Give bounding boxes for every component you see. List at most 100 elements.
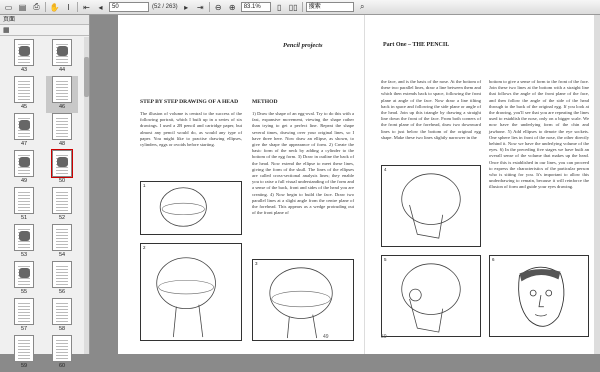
figure-3: 3 — [252, 259, 354, 341]
thumbnail-row: 53 54 — [8, 224, 78, 261]
thumbnail-page-number: 46 — [58, 104, 66, 110]
fit-page-icon[interactable]: ▯ — [274, 2, 285, 13]
thumbnail-image — [14, 224, 34, 251]
eye-sockets-sketch — [401, 263, 461, 333]
thumbnail-image — [14, 76, 34, 103]
thumbnail-page-number: 48 — [58, 141, 66, 147]
hand-tool-icon[interactable]: ✋ — [49, 2, 60, 13]
thumbnail-page-number: 59 — [20, 363, 28, 369]
thumbnail-image — [52, 76, 72, 103]
page-thumbnail[interactable]: 46 — [46, 76, 78, 113]
thumbnail-page-number: 50 — [58, 178, 66, 184]
toolbar: ▭ ▤ ⎙ ✋ I ⇤ ◂ 50 (52 / 263) ▸ ⇥ ⊖ ⊕ 83.1… — [0, 0, 600, 15]
thumbnail-image — [52, 298, 72, 325]
prev-page-icon[interactable]: ◂ — [95, 2, 106, 13]
page-thumbnail[interactable]: 48 — [46, 113, 78, 150]
figure-number: 2 — [143, 245, 146, 250]
thumbnail-sidebar: 页面 ▦ 43 44 45 46 47 48 49 50 51 52 53 54 55 56 57 58 59 6… — [0, 15, 90, 369]
sidebar-title: 页面 — [0, 15, 89, 25]
page-count: (52 / 263) — [152, 4, 178, 10]
thumbnail-page-number: 51 — [20, 215, 28, 221]
thumbnail-page-number: 57 — [20, 326, 28, 332]
thumbnail-options-icon[interactable]: ▦ — [3, 26, 10, 34]
intro-paragraph: The illusion of volume is central to the… — [140, 111, 242, 148]
sidebar-toolbar: ▦ — [0, 25, 89, 36]
open-file-icon[interactable]: ▭ — [3, 2, 14, 13]
thumbnail-page-number: 55 — [20, 289, 28, 295]
last-page-icon[interactable]: ⇥ — [195, 2, 206, 13]
sidebar-scrollbar[interactable] — [84, 37, 89, 354]
thumbnail-page-number: 47 — [20, 141, 28, 147]
page-thumbnail[interactable]: 50 — [46, 149, 78, 187]
thumbnail-image — [52, 187, 72, 214]
thumbnail-row: 55 56 — [8, 261, 78, 298]
page-thumbnail[interactable]: 55 — [8, 261, 40, 298]
page-thumbnail[interactable]: 45 — [8, 76, 40, 113]
thumbnail-image — [14, 113, 34, 140]
thumbnail-image — [14, 150, 34, 177]
thumbnail-page-number: 49 — [20, 178, 28, 184]
thumbnail-page-number: 60 — [58, 363, 66, 369]
thumbnail-page-number: 56 — [58, 289, 66, 295]
thumbnail-image — [14, 335, 34, 362]
thumbnail-page-number: 54 — [58, 252, 66, 258]
page-heading: STEP BY STEP DRAWING OF A HEAD — [140, 99, 239, 105]
thumbnail-image — [52, 224, 72, 251]
zoom-in-icon[interactable]: ⊕ — [227, 2, 238, 13]
figure-number: 1 — [143, 183, 146, 188]
right-column-2: bottom to give a sense of form to the fr… — [489, 79, 589, 190]
right-page: Part One – THE PENCIL the face, and is t… — [364, 15, 600, 354]
page-number-input[interactable]: 50 — [109, 2, 149, 12]
page-thumbnail[interactable]: 56 — [46, 261, 78, 298]
page-thumbnail[interactable]: 52 — [46, 187, 78, 224]
thumbnail-row: 49 50 — [8, 149, 78, 187]
document-scrollbar[interactable] — [594, 15, 600, 354]
running-head: Pencil projects — [283, 42, 323, 49]
page-thumbnail[interactable]: 57 — [8, 298, 40, 335]
thumbnail-image — [14, 261, 34, 288]
first-page-icon[interactable]: ⇤ — [81, 2, 92, 13]
select-tool-icon[interactable]: I — [63, 2, 74, 13]
figure-2: 2 — [140, 243, 242, 341]
page-thumbnail[interactable]: 51 — [8, 187, 40, 224]
thumbnail-image — [52, 261, 72, 288]
thumbnail-image — [14, 187, 34, 214]
left-page: Pencil projects STEP BY STEP DRAWING OF … — [118, 15, 364, 354]
thumbnail-list: 43 44 45 46 47 48 49 50 51 52 53 54 55 56 57 58 59 60 — [8, 39, 78, 372]
thumbnail-row: 51 52 — [8, 187, 78, 224]
two-page-icon[interactable]: ▯▯ — [288, 2, 299, 13]
thumbnail-image — [52, 39, 72, 66]
search-input[interactable]: 搜索 — [305, 2, 354, 12]
figure-6: 6 — [489, 255, 589, 337]
thumbnail-image — [14, 39, 34, 66]
toolbar-separator — [301, 2, 303, 12]
page-thumbnail[interactable]: 54 — [46, 224, 78, 261]
next-page-icon[interactable]: ▸ — [181, 2, 192, 13]
save-icon[interactable]: ▤ — [17, 2, 28, 13]
thumbnail-page-number: 53 — [20, 252, 28, 258]
page-thumbnail[interactable]: 43 — [8, 39, 40, 76]
method-paragraph: 1) Draw the shape of an egg-oval. Try to… — [252, 111, 354, 216]
running-head: Part One – THE PENCIL — [383, 42, 450, 48]
right-column-1: the face, and is the basis of the nose. … — [381, 79, 481, 140]
sidebar-scroll-thumb[interactable] — [84, 57, 89, 97]
egg-sketch-1 — [159, 187, 207, 227]
zoom-select[interactable]: 83.1% — [240, 2, 271, 12]
thumbnail-page-number: 52 — [58, 215, 66, 221]
page-thumbnail[interactable]: 49 — [8, 150, 40, 187]
search-icon[interactable]: ⌕ — [357, 2, 368, 13]
zoom-out-icon[interactable]: ⊖ — [213, 2, 224, 13]
toolbar-separator — [45, 2, 46, 12]
thumbnail-row: 43 44 — [8, 39, 78, 76]
figure-number: 5 — [384, 257, 387, 262]
page-thumbnail[interactable]: 47 — [8, 113, 40, 150]
page-thumbnail[interactable]: 58 — [46, 298, 78, 335]
print-icon[interactable]: ⎙ — [31, 2, 42, 13]
figure-number: 3 — [255, 261, 258, 266]
page-thumbnail[interactable]: 44 — [46, 39, 78, 76]
page-number: 49 — [323, 334, 329, 340]
thumbnail-image — [52, 113, 72, 140]
page-number: 50 — [381, 334, 387, 340]
page-thumbnail[interactable]: 53 — [8, 224, 40, 261]
thumbnail-page-number: 44 — [58, 67, 66, 73]
